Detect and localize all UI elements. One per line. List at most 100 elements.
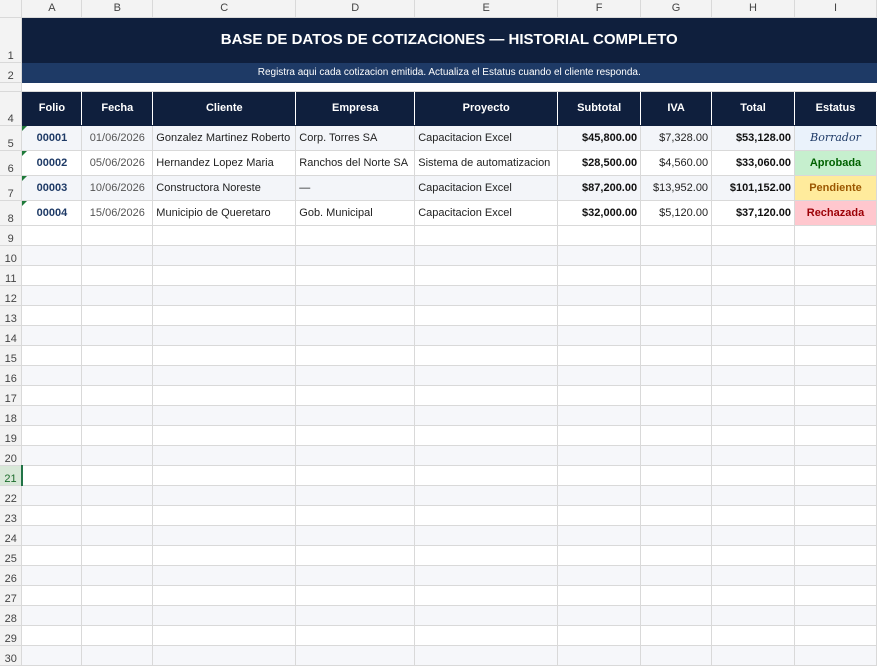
empty-cell[interactable]	[21, 465, 83, 486]
empty-cell[interactable]	[794, 505, 877, 526]
column-header-a[interactable]: A	[21, 0, 83, 18]
estatus-cell[interactable]: Pendiente	[794, 175, 877, 201]
column-header-g[interactable]: G	[640, 0, 713, 18]
empty-cell[interactable]	[295, 485, 416, 506]
total-cell[interactable]: $37,120.00	[711, 200, 795, 226]
empty-cell[interactable]	[414, 385, 559, 406]
fecha-cell[interactable]: 05/06/2026	[81, 150, 154, 176]
row-header[interactable]: 1	[0, 17, 23, 63]
folio-cell[interactable]: 00003	[21, 175, 83, 201]
row-header[interactable]: 8	[0, 200, 23, 226]
empty-cell[interactable]	[794, 365, 877, 386]
row-header[interactable]: 9	[0, 225, 23, 246]
empty-cell[interactable]	[152, 625, 297, 646]
empresa-cell[interactable]: —	[295, 175, 416, 201]
empty-cell[interactable]	[557, 465, 642, 486]
empty-cell[interactable]	[414, 425, 559, 446]
empty-cell[interactable]	[21, 425, 83, 446]
column-header-e[interactable]: E	[414, 0, 559, 18]
empty-cell[interactable]	[557, 345, 642, 366]
empty-cell[interactable]	[640, 345, 713, 366]
empty-cell[interactable]	[711, 645, 795, 666]
row-header[interactable]: 22	[0, 485, 23, 506]
row-header[interactable]: 24	[0, 525, 23, 546]
empty-cell[interactable]	[295, 585, 416, 606]
empty-cell[interactable]	[557, 625, 642, 646]
empty-cell[interactable]	[414, 585, 559, 606]
empty-cell[interactable]	[414, 505, 559, 526]
column-header-h[interactable]: H	[711, 0, 795, 18]
empty-cell[interactable]	[640, 245, 713, 266]
empty-cell[interactable]	[295, 465, 416, 486]
empty-cell[interactable]	[81, 525, 154, 546]
empty-cell[interactable]	[794, 585, 877, 606]
empty-cell[interactable]	[794, 625, 877, 646]
empty-cell[interactable]	[557, 325, 642, 346]
sheet-subtitle[interactable]: Registra aqui cada cotizacion emitida. A…	[21, 62, 877, 83]
row-header[interactable]: 12	[0, 285, 23, 306]
empty-cell[interactable]	[414, 245, 559, 266]
empresa-cell[interactable]: Ranchos del Norte SA	[295, 150, 416, 176]
column-header-i[interactable]: I	[794, 0, 877, 18]
empty-cell[interactable]	[414, 485, 559, 506]
empty-cell[interactable]	[711, 385, 795, 406]
empty-cell[interactable]	[81, 285, 154, 306]
empty-cell[interactable]	[295, 645, 416, 666]
empty-cell[interactable]	[557, 605, 642, 626]
empty-cell[interactable]	[21, 365, 83, 386]
empty-cell[interactable]	[21, 605, 83, 626]
empty-cell[interactable]	[81, 545, 154, 566]
empty-cell[interactable]	[152, 365, 297, 386]
header-cliente[interactable]: Cliente	[152, 91, 297, 126]
header-empresa[interactable]: Empresa	[295, 91, 416, 126]
empty-cell[interactable]	[640, 385, 713, 406]
empty-cell[interactable]	[21, 245, 83, 266]
empty-cell[interactable]	[295, 225, 416, 246]
empty-cell[interactable]	[152, 485, 297, 506]
empty-cell[interactable]	[640, 525, 713, 546]
empty-cell[interactable]	[152, 285, 297, 306]
empty-cell[interactable]	[414, 285, 559, 306]
empty-cell[interactable]	[414, 365, 559, 386]
empty-cell[interactable]	[295, 265, 416, 286]
column-header-b[interactable]: B	[81, 0, 154, 18]
empty-cell[interactable]	[794, 605, 877, 626]
subtotal-cell[interactable]: $32,000.00	[557, 200, 642, 226]
empty-cell[interactable]	[557, 245, 642, 266]
row-header[interactable]: 25	[0, 545, 23, 566]
proyecto-cell[interactable]: Capacitacion Excel	[414, 175, 559, 201]
empty-cell[interactable]	[81, 245, 154, 266]
empty-cell[interactable]	[81, 305, 154, 326]
total-cell[interactable]: $101,152.00	[711, 175, 795, 201]
empty-cell[interactable]	[81, 425, 154, 446]
empty-cell[interactable]	[557, 405, 642, 426]
header-subtotal[interactable]: Subtotal	[557, 91, 642, 126]
iva-cell[interactable]: $13,952.00	[640, 175, 713, 201]
empty-cell[interactable]	[21, 285, 83, 306]
empty-cell[interactable]	[640, 325, 713, 346]
empty-cell[interactable]	[21, 525, 83, 546]
empty-cell[interactable]	[152, 445, 297, 466]
subtotal-cell[interactable]: $28,500.00	[557, 150, 642, 176]
row-header[interactable]: 18	[0, 405, 23, 426]
empty-cell[interactable]	[81, 485, 154, 506]
row-header[interactable]: 16	[0, 365, 23, 386]
empty-cell[interactable]	[21, 405, 83, 426]
empty-cell[interactable]	[152, 425, 297, 446]
header-fecha[interactable]: Fecha	[81, 91, 154, 126]
empty-cell[interactable]	[794, 345, 877, 366]
row-header[interactable]: 2	[0, 62, 23, 83]
empty-cell[interactable]	[557, 385, 642, 406]
empty-cell[interactable]	[711, 625, 795, 646]
empty-cell[interactable]	[711, 505, 795, 526]
header-total[interactable]: Total	[711, 91, 795, 126]
empty-cell[interactable]	[557, 645, 642, 666]
empty-cell[interactable]	[414, 545, 559, 566]
row-header[interactable]: 5	[0, 125, 23, 151]
proyecto-cell[interactable]: Capacitacion Excel	[414, 200, 559, 226]
empty-cell[interactable]	[557, 525, 642, 546]
empty-cell[interactable]	[295, 605, 416, 626]
row-header[interactable]: 10	[0, 245, 23, 266]
row-header[interactable]: 11	[0, 265, 23, 286]
header-folio[interactable]: Folio	[21, 91, 83, 126]
